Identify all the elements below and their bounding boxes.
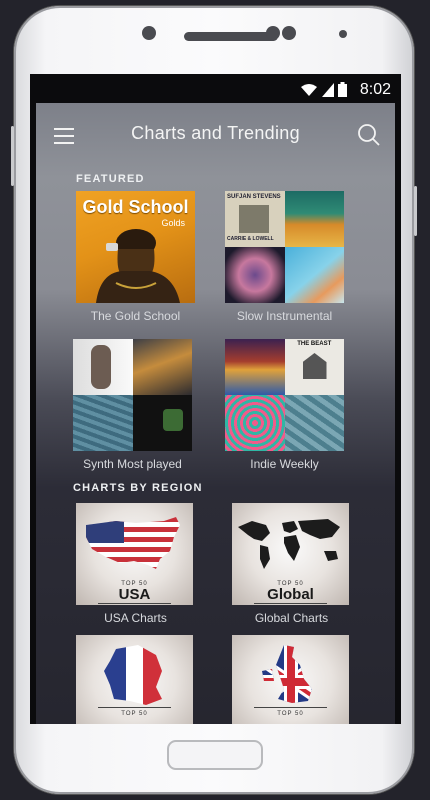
status-icons <box>300 82 347 97</box>
cover-logo <box>162 409 183 431</box>
cover-quadrant <box>225 395 285 451</box>
cover-quadrant <box>284 395 344 451</box>
divider <box>254 603 327 604</box>
album-art-gold-school: Gold School Golds <box>76 191 195 303</box>
tile-caption: The Gold School <box>90 309 181 323</box>
region-art-name: Global <box>267 586 314 603</box>
search-icon[interactable] <box>357 123 381 147</box>
artist-silhouette <box>96 229 180 303</box>
divider <box>98 707 171 708</box>
featured-tile-gold-school[interactable]: Gold School Golds The Gold School <box>76 191 195 323</box>
album-art-indie-weekly: THE BEAST <box>225 339 344 451</box>
tile-caption: Global Charts <box>254 611 329 625</box>
sensor-dot <box>282 26 296 40</box>
cover-text: SUFJAN STEVENS <box>227 194 281 200</box>
region-art-uk: TOP 50 <box>232 635 349 724</box>
cover-quadrant <box>225 339 285 395</box>
region-art-france: TOP 50 <box>76 635 193 724</box>
france-flag-map <box>104 645 162 705</box>
cover-text: CARRIE & LOWELL <box>227 236 274 242</box>
phone-screen: 8:02 Charts and Trending FEATURED Gold S… <box>30 74 401 724</box>
front-camera <box>142 26 156 40</box>
cover-quadrant <box>132 339 192 395</box>
cover-photo <box>239 205 269 233</box>
region-tile-global[interactable]: TOP 50 Global Global Charts <box>232 503 351 625</box>
divider <box>254 707 327 708</box>
app-bar: Charts and Trending <box>36 103 395 163</box>
tile-caption: Synth Most played <box>83 457 182 471</box>
earpiece-speaker <box>184 32 278 41</box>
featured-tile-slow-instrumental[interactable]: SUFJAN STEVENS CARRIE & LOWELL Slow Inst… <box>225 191 344 323</box>
page-title: Charts and Trending <box>131 123 300 143</box>
wifi-icon <box>301 84 317 96</box>
region-art-usa: TOP 50 USA <box>76 503 193 605</box>
battery-icon <box>338 82 347 97</box>
album-art-slow-instrumental: SUFJAN STEVENS CARRIE & LOWELL <box>225 191 344 303</box>
tile-caption: Slow Instrumental <box>236 309 333 323</box>
cover-quadrant <box>225 247 285 303</box>
power-button <box>414 186 417 236</box>
album-art-synth-most-played <box>73 339 192 451</box>
region-art-global: TOP 50 Global <box>232 503 349 605</box>
region-tile-uk[interactable]: TOP 50 <box>232 635 351 724</box>
cover-quadrant <box>132 395 192 451</box>
charts-by-region-heading: CHARTS BY REGION <box>73 482 203 494</box>
uk-flag-map <box>262 645 312 703</box>
sensor-dot <box>266 26 280 40</box>
cover-quadrant: THE BEAST <box>284 339 344 395</box>
cover-quadrant <box>73 339 133 395</box>
cover-quadrant: SUFJAN STEVENS CARRIE & LOWELL <box>225 191 285 247</box>
region-tile-france[interactable]: TOP 50 <box>76 635 195 724</box>
cover-photo <box>91 345 111 389</box>
home-button[interactable] <box>167 740 263 770</box>
status-time: 8:02 <box>359 81 391 98</box>
cover-quadrant <box>73 395 133 451</box>
cover-quadrant <box>284 247 344 303</box>
usa-flag-map <box>86 517 180 569</box>
region-tile-usa[interactable]: TOP 50 USA USA Charts <box>76 503 195 625</box>
world-map <box>238 519 340 569</box>
top-50-label: TOP 50 <box>277 711 304 717</box>
signal-icon <box>322 83 334 97</box>
cover-house <box>302 353 327 379</box>
volume-button <box>11 126 14 186</box>
cover-text: THE BEAST <box>297 341 332 347</box>
tile-caption: Indie Weekly <box>250 457 319 471</box>
status-bar: 8:02 <box>30 74 401 103</box>
app-content: Charts and Trending FEATURED Gold School… <box>36 103 395 724</box>
featured-tile-indie-weekly[interactable]: THE BEAST Indie Weekly <box>225 339 344 471</box>
cover-quadrant <box>284 191 344 247</box>
region-art-name: USA <box>118 586 151 603</box>
proximity-sensor <box>339 30 347 38</box>
featured-heading: FEATURED <box>76 173 145 185</box>
top-50-label: TOP 50 <box>121 711 148 717</box>
tile-caption: USA Charts <box>104 611 167 625</box>
featured-tile-synth-most-played[interactable]: Synth Most played <box>73 339 192 471</box>
divider <box>98 603 171 604</box>
